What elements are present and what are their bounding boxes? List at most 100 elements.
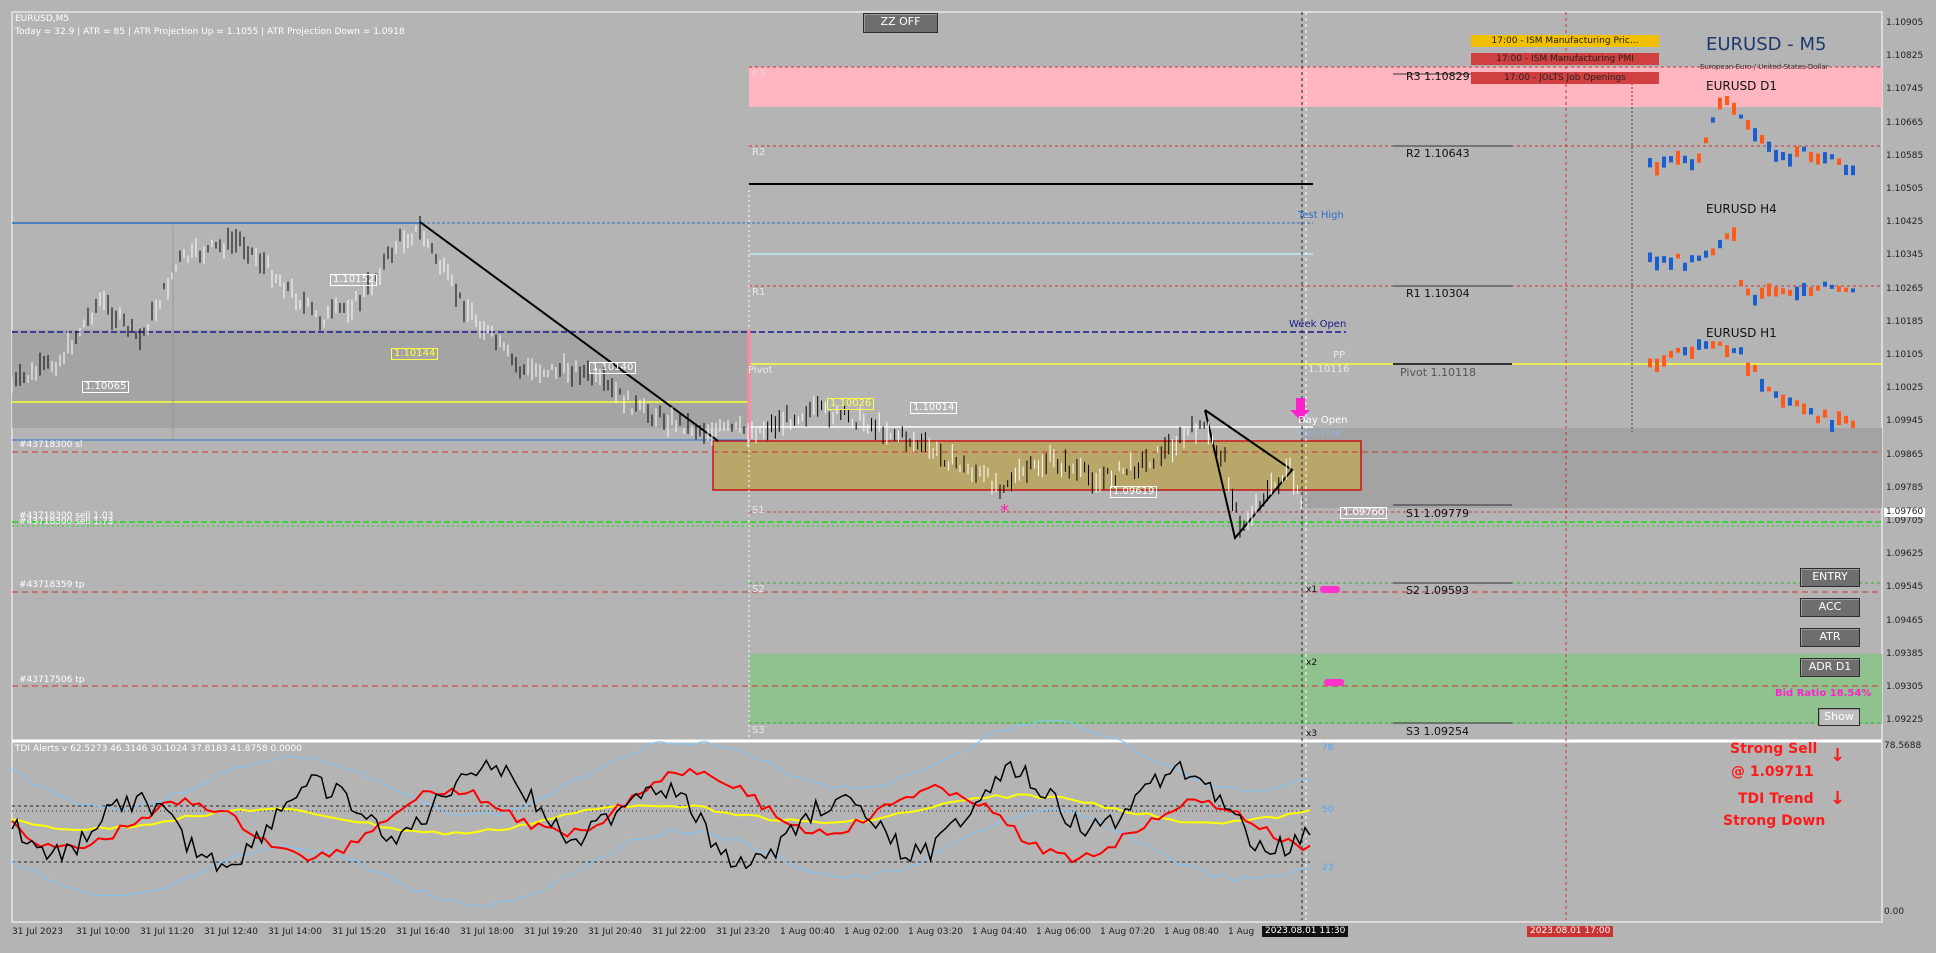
week-open-label: Week Open	[1289, 319, 1347, 330]
mini-candle	[1767, 386, 1771, 392]
mini-candle	[1711, 248, 1715, 256]
r3-label: R3 1.10829	[1406, 70, 1470, 83]
time-axis-label: 1 Aug	[1228, 927, 1255, 937]
mini-candle	[1830, 154, 1834, 160]
mini-candle	[1704, 137, 1708, 144]
mini-candle	[1844, 287, 1848, 292]
mini-candle	[1676, 253, 1680, 259]
mini-candle	[1753, 294, 1757, 306]
mini-candle	[1718, 97, 1722, 110]
mini-candle	[1655, 358, 1659, 372]
mini-candle	[1781, 288, 1785, 295]
mini-chart-h1-label: EURUSD H1	[1706, 326, 1777, 340]
adr-d1-button[interactable]: ADR D1	[1800, 658, 1860, 677]
mini-candle	[1760, 378, 1764, 392]
mini-candle	[1739, 280, 1743, 287]
order-tp2-label[interactable]: #43717506 tp	[19, 676, 84, 685]
time-axis-label: 31 Jul 14:00	[268, 927, 322, 937]
news-item[interactable]: 17:00 - ISM Manufacturing PMI	[1471, 53, 1659, 65]
time-axis-label: 31 Jul 20:40	[588, 927, 642, 937]
news-item[interactable]: 17:00 - ISM Manufacturing Pric...	[1471, 35, 1659, 47]
price-tag: 1.10140	[589, 362, 637, 374]
mini-candle	[1816, 415, 1820, 424]
price-chart[interactable]: *	[0, 0, 1936, 953]
range-zone	[12, 330, 748, 428]
mini-candle	[1816, 153, 1820, 165]
mini-candle	[1732, 227, 1736, 242]
pp-label: PP	[1333, 350, 1346, 361]
time-axis-label: 31 Jul 16:40	[396, 927, 450, 937]
signal-price: @ 1.09711	[1731, 764, 1814, 780]
pink-down-arrow-body	[1296, 398, 1305, 410]
signal-strong-sell: Strong Sell	[1730, 741, 1818, 757]
order-tp1-label[interactable]: #43718359 tp	[19, 581, 84, 590]
time-axis-label: 1 Aug 04:40	[972, 927, 1027, 937]
mini-candle	[1767, 141, 1771, 152]
time-axis-label: 31 Jul 18:00	[460, 927, 514, 937]
mini-candle	[1669, 257, 1673, 270]
zz-off-button[interactable]: ZZ OFF	[863, 13, 938, 33]
mini-candle	[1767, 283, 1771, 297]
price-axis-label: 1.09705	[1886, 516, 1924, 526]
mini-candle	[1816, 285, 1820, 291]
mini-candle	[1676, 150, 1680, 165]
mini-candle	[1795, 286, 1799, 301]
mini-candle	[1683, 155, 1687, 164]
mini-candle	[1648, 158, 1652, 168]
symbol-label: EURUSD,M5	[15, 14, 70, 24]
tdi-axis-top: 78.5688	[1884, 741, 1922, 751]
price-axis-label: 1.10025	[1886, 383, 1924, 394]
tdi-level-low: 23	[1322, 863, 1334, 873]
price-axis-label: 1.09545	[1886, 582, 1924, 593]
mini-candle	[1851, 420, 1855, 429]
mini-candle	[1725, 233, 1729, 240]
price-axis-label: 1.10425	[1886, 217, 1924, 228]
entry-button[interactable]: ENTRY	[1800, 568, 1860, 587]
price-axis-label: 1.09225	[1886, 715, 1924, 726]
time-axis-label: 1 Aug 08:40	[1164, 927, 1219, 937]
mini-candle	[1844, 415, 1848, 424]
price-axis-label: 1.09625	[1886, 549, 1924, 560]
time-axis-label: 31 Jul 23:20	[716, 927, 770, 937]
s3-short-label: S3	[752, 725, 765, 736]
x1-label: x1	[1306, 585, 1318, 595]
mini-candle	[1844, 164, 1848, 176]
mini-candle	[1774, 286, 1778, 297]
signal-tdi-trend: TDI Trend	[1738, 791, 1814, 807]
mini-candle	[1851, 165, 1855, 176]
mini-candle	[1655, 162, 1659, 176]
mini-candle	[1753, 128, 1757, 142]
mini-candle	[1732, 348, 1736, 354]
pivot-short-label: Pivot	[748, 365, 773, 376]
order-sell2-label[interactable]: #43718300 sell 1.73	[19, 518, 113, 527]
mini-candle	[1725, 345, 1729, 358]
indicator-frame	[11, 741, 1883, 923]
order-sl-label[interactable]: #43718300 sl	[19, 441, 82, 450]
mini-candle	[1690, 255, 1694, 263]
news-item[interactable]: 17:00 - JOLTS Job Openings	[1471, 72, 1659, 84]
mini-candle	[1781, 394, 1785, 408]
mini-candle	[1648, 252, 1652, 263]
mini-candle	[1690, 159, 1694, 171]
price-axis-label: 1.09945	[1886, 416, 1924, 427]
tdi-level-top: 78	[1322, 743, 1334, 753]
mini-candle	[1662, 256, 1666, 263]
acc-button[interactable]: ACC	[1800, 598, 1860, 617]
price-axis-label: 1.10585	[1886, 150, 1924, 161]
symbol-subtitle: European Euro / United States Dollar	[1700, 63, 1829, 71]
mini-candle	[1809, 151, 1813, 163]
mini-candle	[1704, 341, 1708, 349]
mini-candle	[1669, 350, 1673, 358]
mini-candle	[1830, 419, 1834, 432]
atr-button[interactable]: ATR	[1800, 628, 1860, 647]
mini-candle	[1837, 158, 1841, 166]
mini-candle	[1697, 153, 1701, 163]
mini-candle	[1662, 156, 1666, 168]
price-tag: 1.09619	[1110, 486, 1158, 498]
price-axis-label: 1.10745	[1886, 84, 1924, 95]
mini-candle	[1739, 347, 1743, 355]
r3-short-label: R3	[752, 69, 766, 80]
time-axis-label: 31 Jul 11:20	[140, 927, 194, 937]
day-open-label: Day Open	[1298, 415, 1348, 426]
show-button[interactable]: Show	[1818, 708, 1860, 726]
